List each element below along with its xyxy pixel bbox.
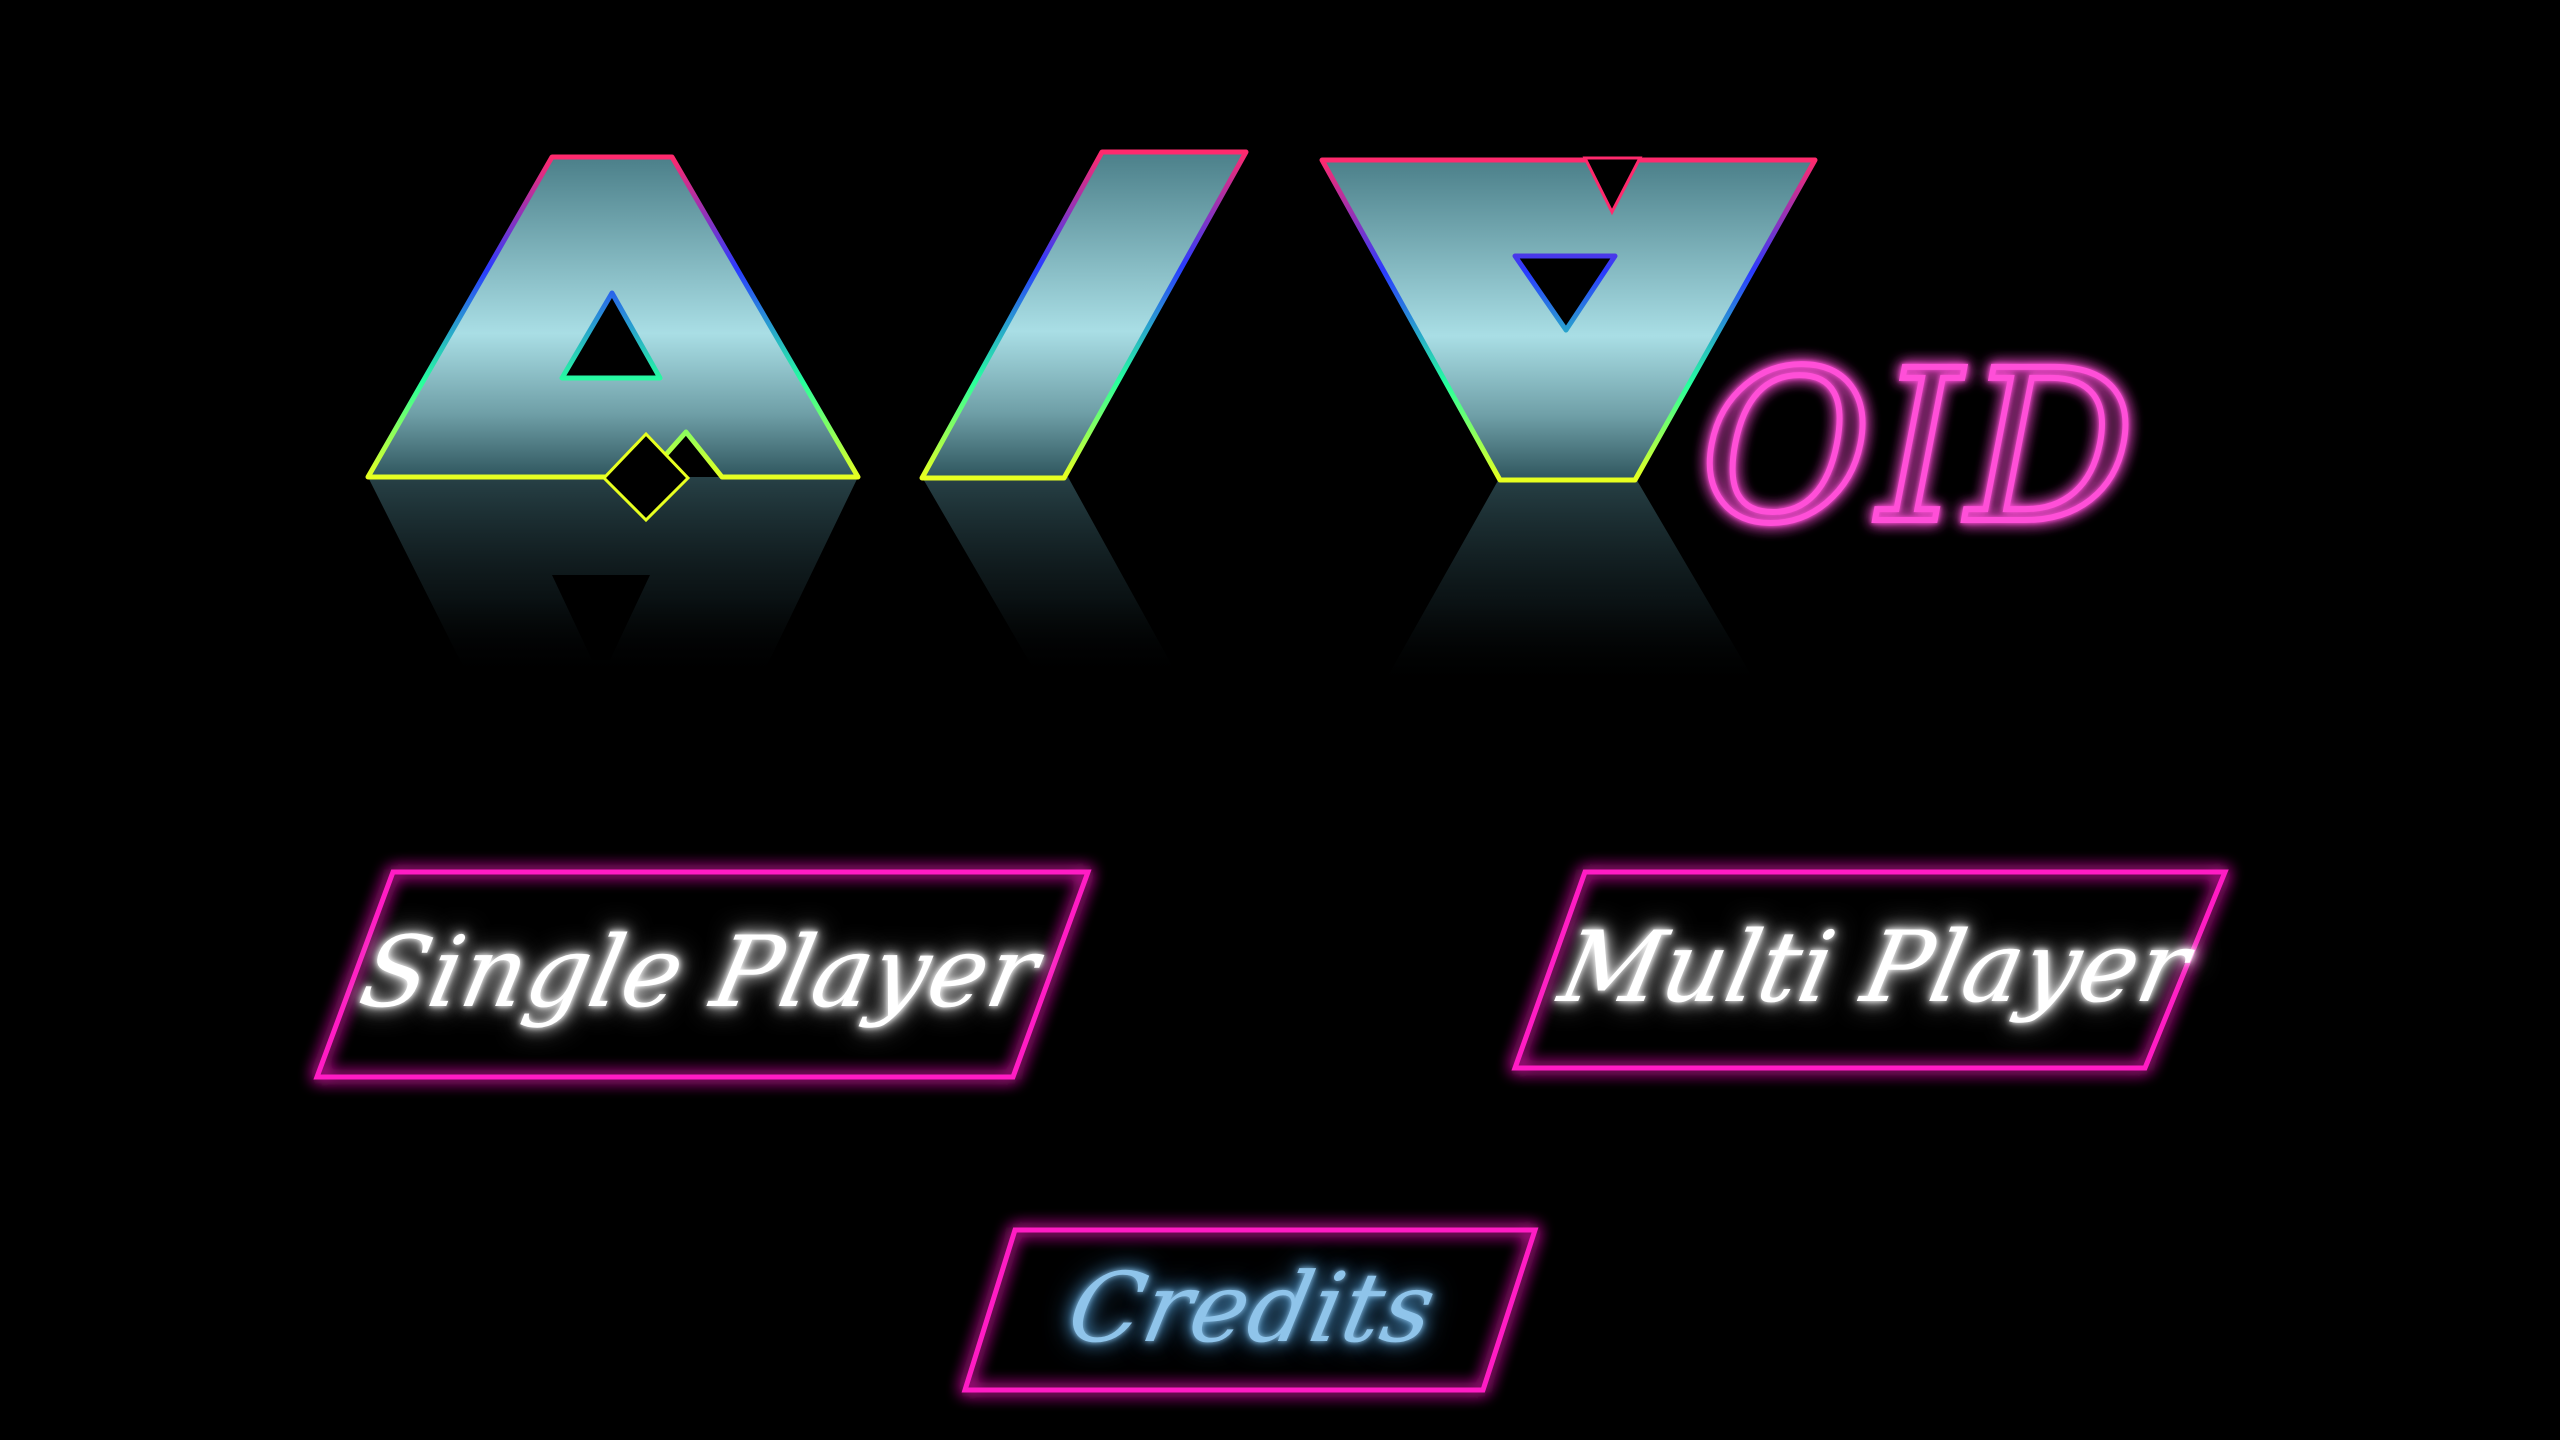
main-menu-screen: OID Single Player Multi Player Credits [0,0,2560,1440]
multi-player-label: Multi Player [1550,910,2200,1025]
single-player-button[interactable]: Single Player [305,860,1095,1085]
game-logo: OID [365,149,2142,690]
logo-glyph-slash [919,149,1249,481]
logo-reflection [368,477,1760,690]
single-player-label: Single Player [351,915,1049,1030]
multi-player-button[interactable]: Multi Player [1505,860,2245,1075]
credits-label: Credits [1059,1251,1446,1364]
credits-button[interactable]: Credits [955,1220,1550,1395]
logo-suffix-text: OID [1700,325,2142,570]
logo-glyph-a [365,154,861,523]
